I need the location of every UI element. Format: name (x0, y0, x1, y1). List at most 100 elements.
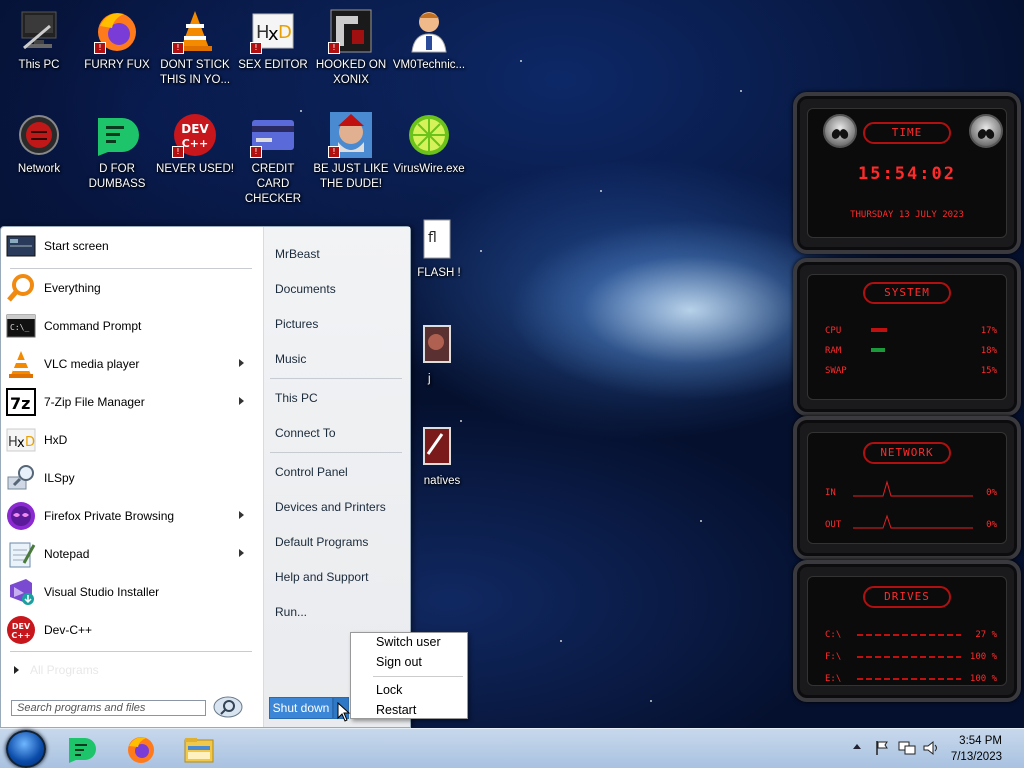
desktop-icon-credit-card-checker[interactable]: ! CREDIT CARD CHECKER (234, 112, 312, 207)
drive-f-label: F:\ (825, 652, 842, 662)
all-programs-label: All Programs (30, 663, 99, 677)
start-button[interactable] (6, 730, 46, 768)
taskbar-firefox[interactable] (123, 732, 159, 766)
all-programs-arrow-icon (14, 666, 19, 674)
desktop-icon-label: HOOKED ON XONIX (315, 59, 387, 86)
program-label: VLC media player (44, 357, 140, 371)
desktop-icon-viruswire[interactable]: VirusWire.exe (390, 112, 468, 177)
link-control-panel[interactable]: Control Panel (275, 465, 348, 479)
taskbar-d-app[interactable] (64, 732, 100, 766)
desktop-icon-sex-editor[interactable]: HxD ! SEX EDITOR (234, 8, 312, 73)
places-separator (270, 378, 402, 379)
program-vs-installer[interactable]: Visual Studio Installer (6, 574, 252, 610)
desktop-icon-d-for-dumbass[interactable]: D FOR DUMBASS (78, 112, 156, 192)
network-tray-icon[interactable] (898, 740, 916, 756)
desktop-icon-be-just-like-the-dude[interactable]: ! BE JUST LIKE THE DUDE! (312, 112, 390, 192)
program-vlc[interactable]: VLC media player (6, 346, 252, 382)
desktop-icon-network[interactable]: Network (0, 112, 78, 177)
cmd-icon: C:\_ (6, 311, 36, 341)
program-everything[interactable]: Everything (6, 270, 252, 306)
svg-text:D: D (25, 435, 35, 450)
desktop-icon-furry-fux[interactable]: ! FURRY FUX (78, 8, 156, 73)
7zip-icon: 7z (6, 387, 36, 417)
program-devcpp[interactable]: DEV C++ Dev-C++ (6, 612, 252, 648)
clock-gadget[interactable]: TIME 15:54:02 THURSDAY 13 JULY 2023 (793, 92, 1021, 254)
image-icon (406, 322, 452, 368)
menu-item-sign-out[interactable]: Sign out (376, 655, 422, 669)
all-programs[interactable]: All Programs (12, 662, 252, 680)
program-ilspy[interactable]: ILSpy (6, 460, 252, 496)
submenu-arrow-icon (239, 359, 244, 367)
firefox-private-icon (6, 501, 36, 531)
time-title: TIME (863, 122, 951, 144)
programs-separator (10, 268, 252, 269)
submenu-arrow-icon (239, 397, 244, 405)
drive-e-value: 100 % (969, 674, 997, 684)
desktop-icon-dont-stick[interactable]: ! DONT STICK THIS IN YO... (156, 8, 234, 88)
volume-icon[interactable] (922, 740, 940, 756)
notepad-icon (6, 539, 36, 569)
lime-icon (406, 112, 452, 158)
cpu-value: 17% (980, 326, 997, 336)
network-gadget[interactable]: NETWORK IN 0% OUT 0% (793, 416, 1021, 560)
link-connect-to[interactable]: Connect To (275, 426, 336, 440)
link-devices-printers[interactable]: Devices and Printers (275, 500, 386, 514)
gadget-date: THURSDAY 13 JULY 2023 (850, 210, 964, 220)
desktop-icon-label: VirusWire.exe (393, 163, 465, 175)
program-start-screen[interactable]: Start screen (6, 228, 252, 264)
network-graph (853, 480, 973, 529)
d-app-icon (69, 738, 96, 763)
link-pictures[interactable]: Pictures (275, 317, 318, 331)
svg-text:7z: 7z (10, 394, 30, 413)
program-firefox-private[interactable]: Firefox Private Browsing (6, 498, 252, 534)
dude-icon: ! (328, 112, 374, 158)
desktop-icon-never-used[interactable]: DEV C++ ! NEVER USED! (156, 112, 234, 177)
game-icon: ! (328, 8, 374, 54)
program-label: Dev-C++ (44, 623, 93, 637)
net-out-label: OUT (825, 520, 842, 530)
action-center-flag-icon[interactable] (874, 740, 890, 756)
devcpp-icon: DEV C++ ! (172, 112, 218, 158)
search-input[interactable]: Search programs and files (11, 700, 206, 716)
link-this-pc[interactable]: This PC (275, 391, 318, 405)
link-run[interactable]: Run... (275, 605, 307, 619)
desktop-icon-this-pc[interactable]: This PC (0, 8, 78, 73)
show-hidden-icons-button[interactable] (853, 744, 861, 749)
desktop-icon-hooked-on-xonix[interactable]: ! HOOKED ON XONIX (312, 8, 390, 88)
ilspy-icon (6, 463, 36, 493)
program-notepad[interactable]: Notepad (6, 536, 252, 572)
link-mrbeast[interactable]: MrBeast (275, 247, 320, 261)
vlc-icon (6, 349, 36, 379)
cpu-label: CPU (825, 326, 842, 336)
taskbar-file-explorer[interactable] (181, 732, 217, 766)
program-7zip[interactable]: 7z 7-Zip File Manager (6, 384, 252, 420)
drive-e-label: E:\ (825, 674, 842, 684)
program-command-prompt[interactable]: C:\_ Command Prompt (6, 308, 252, 344)
menu-item-switch-user[interactable]: Switch user (376, 635, 441, 649)
desktop-icon-label: This PC (18, 59, 60, 71)
program-label: Firefox Private Browsing (44, 509, 175, 523)
link-help-support[interactable]: Help and Support (275, 570, 368, 584)
menu-item-lock[interactable]: Lock (376, 683, 402, 697)
clock-time: 3:54 PM (959, 735, 1002, 747)
net-out-value: 0% (986, 520, 997, 530)
taskbar-clock[interactable]: 3:54 PM 7/13/2023 (951, 733, 1002, 765)
search-icon[interactable] (212, 695, 244, 719)
natives-icon (406, 424, 452, 470)
power-options-menu: Switch user Sign out Lock Restart (350, 632, 468, 719)
link-default-programs[interactable]: Default Programs (275, 535, 368, 549)
credit-card-icon: ! (250, 112, 296, 158)
link-documents[interactable]: Documents (275, 282, 336, 296)
desktop-icon-label: BE JUST LIKE THE DUDE! (313, 163, 389, 190)
desktop-icon-label: D FOR DUMBASS (88, 163, 146, 190)
flash-icon: fl (406, 216, 452, 262)
program-hxd[interactable]: HxD HxD (6, 422, 252, 458)
shutdown-button[interactable]: Shut down (269, 697, 333, 719)
menu-item-restart[interactable]: Restart (376, 703, 416, 717)
system-gadget[interactable]: SYSTEM CPU 17% RAM 18% SWAP 15% (793, 258, 1021, 416)
network-icon (16, 112, 62, 158)
link-music[interactable]: Music (275, 352, 306, 366)
desktop-icon-vm0technic[interactable]: VM0Technic... (390, 8, 468, 73)
drives-gadget[interactable]: DRIVES C:\ 27 % F:\ 100 % E:\ 100 % (793, 560, 1021, 702)
firefox-icon (128, 737, 154, 763)
